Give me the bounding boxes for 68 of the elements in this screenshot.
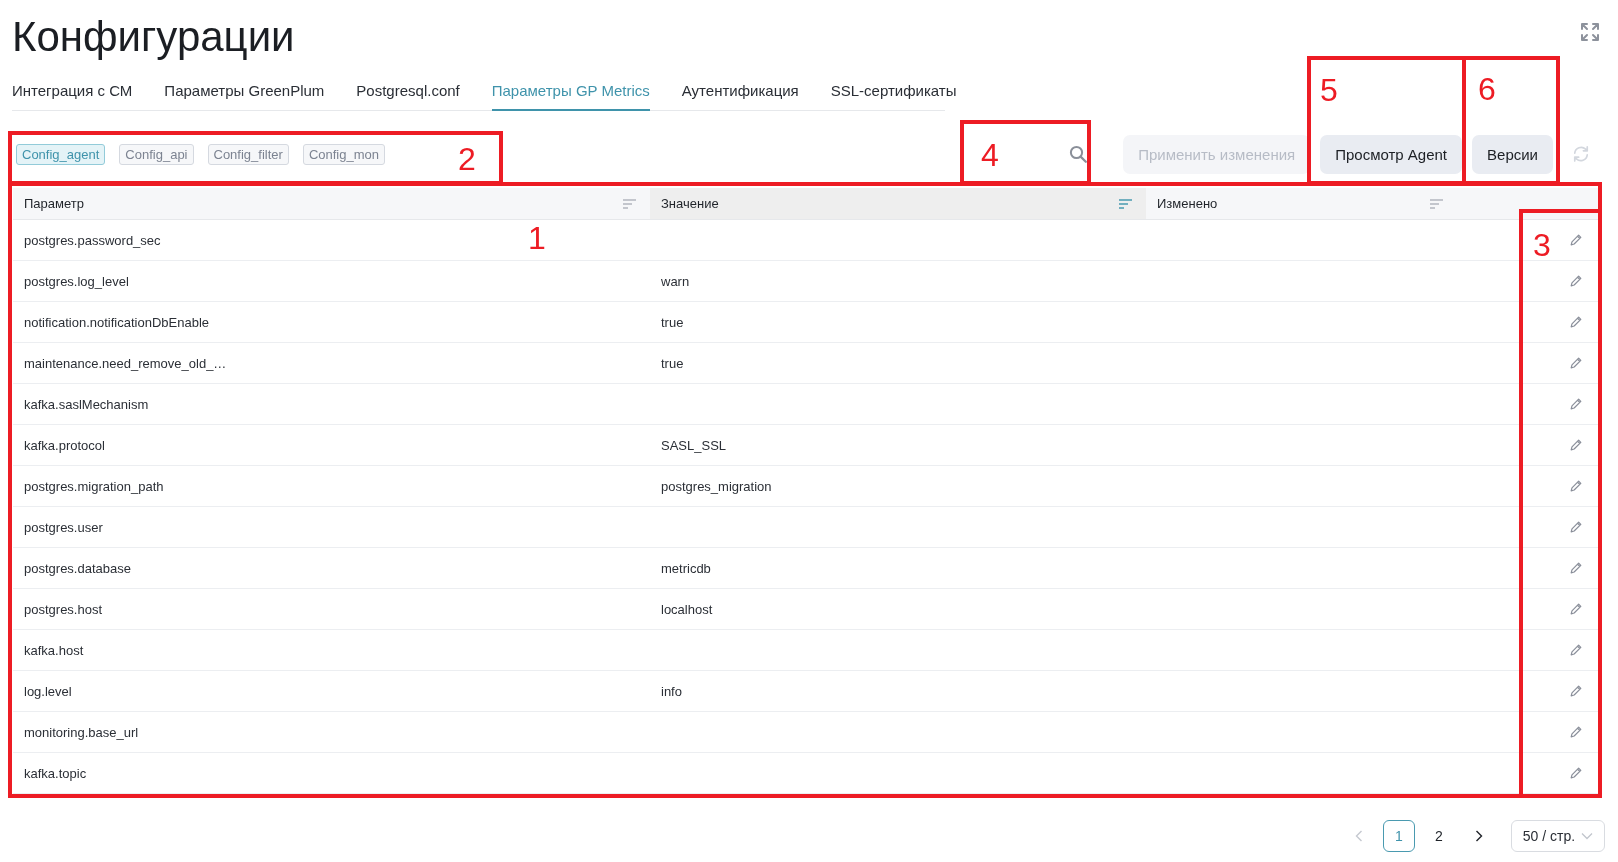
pencil-icon[interactable] [1569,397,1583,411]
table-cell: log.level [24,683,72,699]
page-size-select[interactable]: 50 / стр. [1511,820,1605,852]
table-cell: info [661,683,682,699]
table-cell: warn [661,273,690,289]
page-button[interactable]: 2 [1423,820,1455,852]
table-cell: postgres.password_sec [24,232,161,248]
pencil-icon[interactable] [1569,602,1583,616]
callout-number: 4 [981,139,999,171]
column-header[interactable]: Параметр [13,188,650,219]
table-cell: monitoring.base_url [24,724,139,740]
pencil-icon[interactable] [1569,438,1583,452]
pencil-icon[interactable] [1569,684,1583,698]
table-cell: maintenance.need_remove_old_… [24,355,227,371]
table-cell: postgres_migration [661,478,772,494]
table-cell: localhost [661,601,713,617]
chevron-left-icon [1355,830,1363,842]
sort-icon [623,198,636,209]
tab[interactable]: SSL-сертификаты [830,80,957,111]
pencil-icon[interactable] [1569,561,1583,575]
pencil-icon[interactable] [1569,766,1583,780]
callout-number: 1 [528,222,546,254]
callout-number: 3 [1533,229,1551,261]
table-cell: kafka.topic [24,765,87,781]
pencil-icon[interactable] [1569,356,1583,370]
config-tag[interactable]: Config_api [119,143,194,165]
callout-number: 5 [1320,74,1338,106]
search-icon[interactable] [1069,145,1088,163]
table-cell: true [661,355,684,371]
pencil-icon[interactable] [1569,479,1583,493]
table-cell: SASL_SSL [661,437,727,453]
pencil-icon[interactable] [1569,643,1583,657]
table-cell: true [661,314,684,330]
config-tag[interactable]: Config_filter [207,143,289,165]
table-cell: postgres.database [24,560,131,576]
pencil-icon[interactable] [1569,520,1583,534]
page-title: Конфигурации [12,12,295,62]
pencil-icon[interactable] [1569,274,1583,288]
action-button[interactable]: Версии [1472,134,1553,174]
pencil-icon[interactable] [1569,725,1583,739]
table-cell: postgres.migration_path [24,478,164,494]
fullscreen-icon[interactable] [1580,22,1600,42]
sort-icon [1119,198,1132,209]
table-cell: metricdb [661,560,711,576]
sort-icon [1430,198,1443,209]
config-tag[interactable]: Config_mon [302,143,385,165]
table-cell: kafka.protocol [24,437,105,453]
callout-number: 6 [1478,73,1496,105]
pencil-icon[interactable] [1569,315,1583,329]
table-cell: kafka.host [24,642,84,658]
table-cell: notification.notificationDbEnable [24,314,209,330]
tab[interactable]: Параметры GP Metrics [491,80,650,111]
table-cell: kafka.saslMechanism [24,396,149,412]
tab[interactable]: Параметры GreenPlum [164,80,325,111]
pencil-icon[interactable] [1569,233,1583,247]
column-header[interactable]: Изменено [1146,188,1457,219]
table-cell: postgres.host [24,601,103,617]
table-cell: postgres.user [24,519,103,535]
callout-number: 2 [458,143,476,175]
action-button[interactable]: Просмотр Agent [1320,134,1463,174]
tab[interactable]: Интеграция с СМ [12,80,133,111]
tab[interactable]: Аутентификация [681,80,799,111]
column-header[interactable]: Значение [650,188,1146,219]
table-cell: postgres.log_level [24,273,129,289]
page-button[interactable]: 1 [1383,820,1415,852]
chevron-down-icon [1581,832,1594,840]
chevron-right-icon [1475,830,1483,842]
tab[interactable]: Postgresql.conf [356,80,460,111]
